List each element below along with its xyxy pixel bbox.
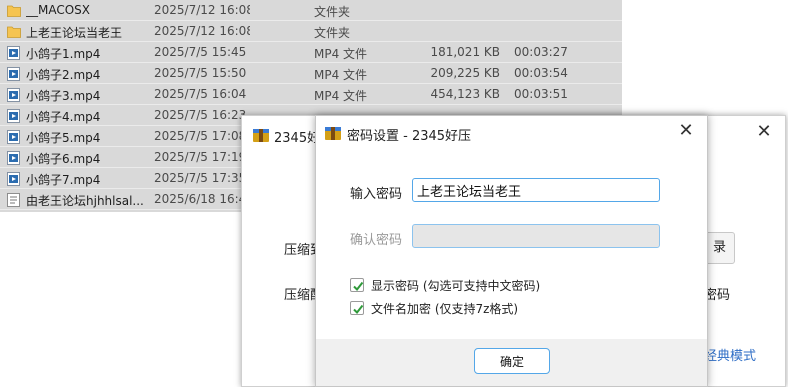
video-file-icon [7,109,20,123]
file-type: MP4 文件 [314,47,368,61]
file-date: 2025/7/5 16:23 [154,108,247,122]
compress-dialog-title: 2345好 [274,131,321,146]
ok-button[interactable]: 确定 [474,348,550,374]
file-name: 上老王论坛当老王 [26,26,123,40]
file-row[interactable]: 小鸽子2.mp4 2025/7/5 15:50 MP4 文件 209,225 KB 00… [0,63,622,84]
file-name: 由老王论坛hjhhlsal... [26,194,144,208]
file-name: 小鸽子4.mp4 [26,110,101,124]
file-name: 小鸽子1.mp4 [26,47,101,61]
video-file-icon [7,151,20,165]
file-duration: 00:03:27 [514,45,568,59]
file-row[interactable]: 小鸽子1.mp4 2025/7/5 15:45 MP4 文件 181,021 KB 00… [0,42,622,63]
password-input[interactable] [412,178,660,202]
folder-icon [7,4,21,18]
folder-icon [7,25,21,39]
file-type: 文件夹 [314,26,351,40]
file-name: 小鸽子6.mp4 [26,152,101,166]
file-type: MP4 文件 [314,89,368,103]
compress-dialog-close-button[interactable]: ✕ [753,121,775,143]
file-date: 2025/6/18 16:4 [154,192,247,206]
video-file-icon [7,130,20,144]
file-row[interactable]: 小鸽子3.mp4 2025/7/5 16:04 MP4 文件 454,123 KB 00… [0,84,622,105]
video-file-icon [7,172,20,186]
checkmark-icon [353,281,364,292]
video-file-icon [7,46,20,60]
haozip-app-icon [252,126,270,144]
encrypt-filenames-checkbox[interactable] [350,301,364,315]
password-dialog-title: 密码设置 - 2345好压 [347,129,472,144]
video-file-icon [7,88,20,102]
classic-mode-link[interactable]: 经典模式 [704,345,756,364]
password-dialog-close-button[interactable]: ✕ [675,120,697,142]
file-name: 小鸽子2.mp4 [26,68,101,82]
show-password-label[interactable]: 显示密码 (勾选可支持中文密码) [371,277,540,294]
file-date: 2025/7/12 16:08 [154,3,250,17]
file-date: 2025/7/5 17:08 [154,129,247,143]
file-date: 2025/7/5 17:19 [154,150,247,164]
file-duration: 00:03:54 [514,66,568,80]
file-row[interactable]: 上老王论坛当老王 2025/7/12 16:08 文件夹 [0,21,622,42]
file-type: MP4 文件 [314,68,368,82]
file-duration: 00:03:51 [514,87,568,101]
haozip-app-icon [324,124,342,142]
file-size: 209,225 KB [430,66,500,80]
file-size: 454,123 KB [430,87,500,101]
show-password-checkbox[interactable] [350,278,364,292]
file-date: 2025/7/5 15:45 [154,45,247,59]
text-file-icon [7,193,20,207]
file-row[interactable]: __MACOSX 2025/7/12 16:08 文件夹 [0,0,622,21]
video-file-icon [7,67,20,81]
file-date: 2025/7/5 15:50 [154,66,247,80]
file-date: 2025/7/5 16:04 [154,87,247,101]
file-name: 小鸽子5.mp4 [26,131,101,145]
file-name: 小鸽子3.mp4 [26,89,101,103]
file-size: 181,021 KB [430,45,500,59]
file-name: 小鸽子7.mp4 [26,173,101,187]
encrypt-filenames-label[interactable]: 文件名加密 (仅支持7z格式) [371,300,518,317]
checkmark-icon [353,304,364,315]
file-type: 文件夹 [314,5,351,19]
file-name: __MACOSX [26,3,91,17]
file-date: 2025/7/5 17:35 [154,171,247,185]
file-date: 2025/7/12 16:08 [154,24,250,38]
confirm-password-label: 确认密码 [350,233,403,248]
password-label: 输入密码 [350,187,403,202]
password-dialog: 密码设置 - 2345好压 ✕ 输入密码 确认密码 显示密码 (勾选可支持中文密… [315,115,708,387]
confirm-password-input[interactable] [412,224,660,248]
